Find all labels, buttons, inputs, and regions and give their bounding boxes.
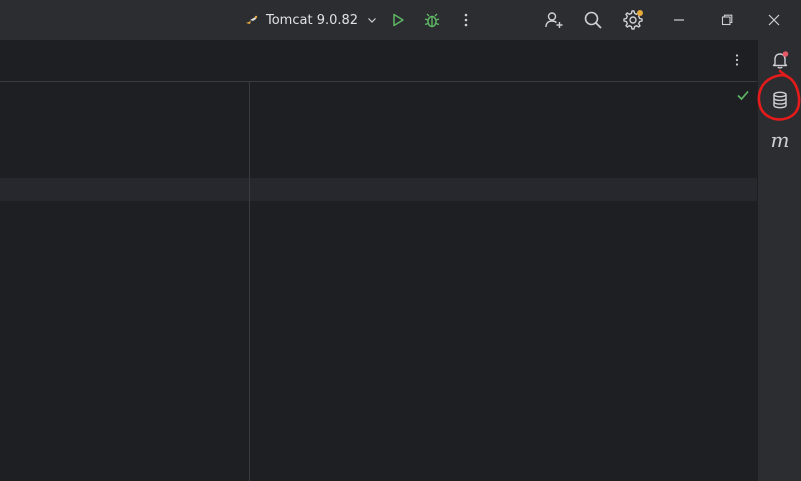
more-vertical-icon [735, 54, 739, 66]
more-actions-button[interactable] [454, 8, 478, 32]
run-play-icon [393, 13, 404, 27]
editor-more-options-button[interactable] [727, 50, 747, 70]
debug-bug-icon [424, 13, 440, 28]
current-line-highlight [0, 178, 757, 201]
run-button[interactable] [386, 8, 410, 32]
code-with-me-button[interactable] [542, 8, 566, 32]
search-icon [584, 11, 602, 29]
minimize-icon [674, 19, 684, 21]
settings-button[interactable] [621, 8, 645, 32]
search-everywhere-button[interactable] [581, 8, 605, 32]
close-window-button[interactable] [751, 0, 797, 40]
editor-header [0, 40, 757, 82]
restore-window-button[interactable] [704, 0, 750, 40]
right-tool-window-strip: m [757, 40, 801, 481]
database-icon [773, 91, 787, 109]
title-bar: Tomcat 9.0.82 [0, 0, 801, 40]
close-icon [768, 14, 780, 26]
more-vertical-icon [464, 13, 468, 27]
editor-area[interactable] [0, 40, 757, 481]
gear-icon [623, 10, 643, 30]
run-configuration-selector[interactable]: Tomcat 9.0.82 [240, 8, 382, 32]
debug-button[interactable] [420, 8, 444, 32]
check-icon[interactable] [735, 87, 751, 103]
bell-icon [772, 51, 789, 69]
editor-split-divider[interactable] [249, 82, 250, 481]
maven-tool-button[interactable]: m [766, 126, 794, 154]
tomcat-cat-icon [246, 15, 258, 24]
chevron-down-icon [368, 18, 376, 23]
add-user-icon [545, 12, 563, 28]
minimize-window-button[interactable] [656, 0, 702, 40]
maven-label: m [770, 128, 790, 152]
restore-icon [721, 14, 733, 26]
database-tool-button[interactable] [766, 86, 794, 114]
notifications-button[interactable] [766, 46, 794, 74]
run-configuration-label: Tomcat 9.0.82 [266, 12, 359, 28]
